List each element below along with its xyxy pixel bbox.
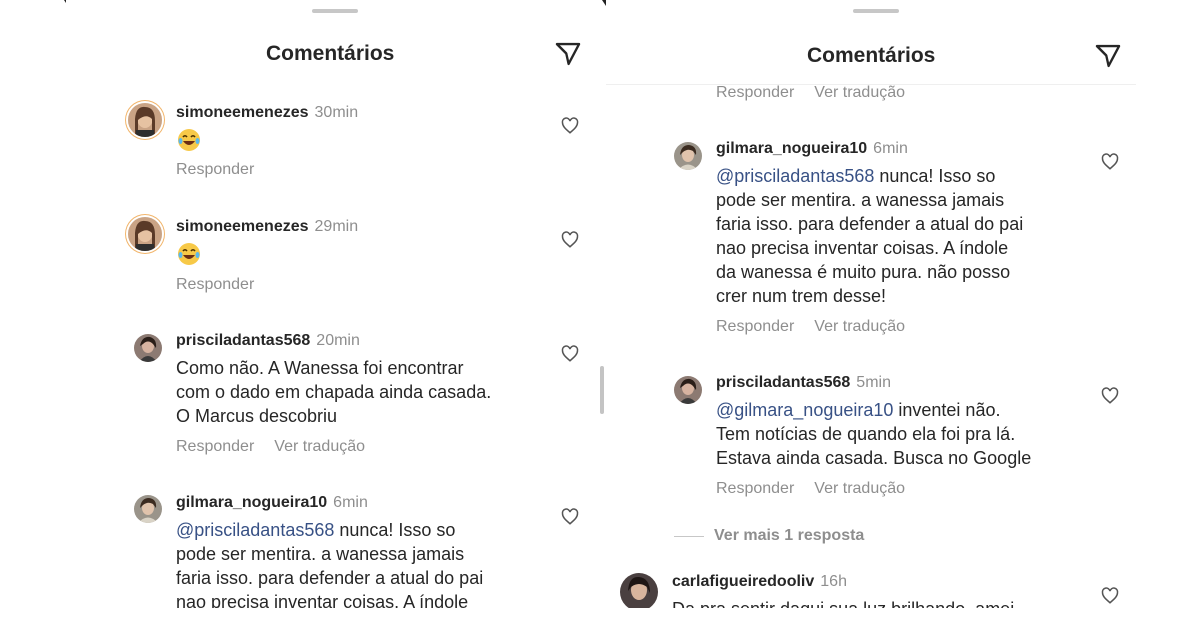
send-icon[interactable] xyxy=(554,40,582,68)
heart-icon[interactable] xyxy=(1101,153,1119,171)
avatar[interactable] xyxy=(674,376,702,404)
comment-username[interactable]: prisciladantas568 5min xyxy=(716,374,891,392)
heart-icon[interactable] xyxy=(1101,587,1119,605)
comment-actions: Responder Ver tradução xyxy=(716,318,905,336)
comment-username[interactable]: gilmara_nogueira10 6min xyxy=(176,494,368,512)
reply-button[interactable]: Responder xyxy=(716,318,794,335)
mention-link[interactable]: @prisciladantas568 xyxy=(176,520,334,540)
mention-link[interactable]: @gilmara_nogueira10 xyxy=(716,400,893,420)
drag-handle[interactable] xyxy=(312,9,358,13)
translate-button[interactable]: Ver tradução xyxy=(274,438,365,455)
comment-text: @prisciladantas568 nunca! Isso so pode s… xyxy=(176,520,484,608)
translate-button[interactable]: Ver tradução xyxy=(814,84,905,101)
heart-icon[interactable] xyxy=(561,231,579,249)
reply-button[interactable]: Responder xyxy=(176,276,254,293)
send-icon[interactable] xyxy=(1094,42,1122,70)
comments-title: Comentários xyxy=(807,44,936,67)
reply-button[interactable]: Responder xyxy=(716,84,794,101)
heart-icon[interactable] xyxy=(561,345,579,363)
avatar[interactable] xyxy=(674,142,702,170)
avatar[interactable] xyxy=(128,217,162,251)
comment-actions: Responder Ver tradução xyxy=(176,438,365,456)
comment-actions: Responder Ver tradução xyxy=(716,480,905,498)
comment-username[interactable]: carlafigueiredooliv 16h xyxy=(672,573,847,591)
comments-sheet-left: Comentários simoneemenezes 30min Responde… xyxy=(66,0,602,608)
avatar[interactable] xyxy=(620,573,658,608)
comment-username[interactable]: simoneemenezes 29min xyxy=(176,218,358,236)
avatar[interactable] xyxy=(134,495,162,523)
comment-text: @prisciladantas568 nunca! Isso so pode s… xyxy=(716,166,1024,306)
comment-time: 6min xyxy=(333,494,368,511)
comment-time: 5min xyxy=(856,374,891,391)
comment-text: Da pra sentir daqui sua luz brilhando, a… xyxy=(672,597,1092,608)
comment-time: 6min xyxy=(873,140,908,157)
comment-time: 30min xyxy=(314,104,359,121)
view-more-replies[interactable]: Ver mais 1 resposta xyxy=(674,527,864,545)
avatar[interactable] xyxy=(134,334,162,362)
comment-username[interactable]: gilmara_nogueira10 6min xyxy=(716,140,908,158)
divider-line xyxy=(674,535,704,537)
heart-icon[interactable] xyxy=(1101,387,1119,405)
comment-actions: Responder Ver tradução xyxy=(716,84,905,102)
translate-button[interactable]: Ver tradução xyxy=(814,318,905,335)
avatar[interactable] xyxy=(128,103,162,137)
comment-username[interactable]: simoneemenezes 30min xyxy=(176,104,358,122)
reply-button[interactable]: Responder xyxy=(176,161,254,178)
comment-text: Como não. A Wanessa foi encontrar com o … xyxy=(176,358,492,426)
comment-time: 16h xyxy=(820,573,847,590)
translate-button[interactable]: Ver tradução xyxy=(814,480,905,497)
laughing-tears-emoji-icon xyxy=(178,129,200,151)
laughing-tears-emoji-icon xyxy=(178,243,200,265)
scrollbar[interactable] xyxy=(600,366,604,414)
mention-link[interactable]: @prisciladantas568 xyxy=(716,166,874,186)
comment-text: @gilmara_nogueira10 inventei não. Tem no… xyxy=(716,400,1032,468)
heart-icon[interactable] xyxy=(561,508,579,526)
reply-button[interactable]: Responder xyxy=(716,480,794,497)
drag-handle[interactable] xyxy=(853,9,899,13)
bottom-strip xyxy=(0,608,1200,630)
heart-icon[interactable] xyxy=(561,117,579,135)
comment-username[interactable]: prisciladantas568 20min xyxy=(176,332,360,350)
comments-title: Comentários xyxy=(266,42,395,65)
comment-time: 20min xyxy=(316,332,360,349)
comment-time: 29min xyxy=(314,218,359,235)
view-more-label: Ver mais 1 resposta xyxy=(714,527,865,544)
reply-button[interactable]: Responder xyxy=(176,438,254,455)
comment-actions: Responder xyxy=(176,161,254,179)
comment-actions: Responder xyxy=(176,276,254,294)
comments-sheet-right: Comentários Responder Ver tradução gilmar… xyxy=(606,0,1136,608)
